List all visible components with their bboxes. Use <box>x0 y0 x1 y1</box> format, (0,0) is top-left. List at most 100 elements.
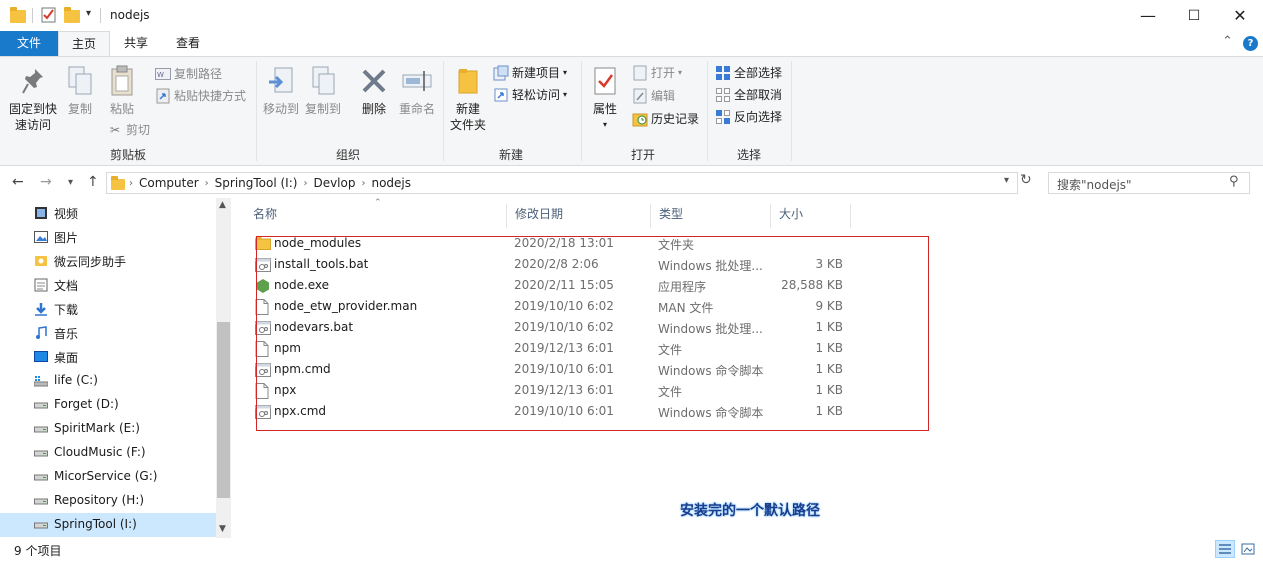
copy-path-label: 复制路径 <box>174 67 223 81</box>
recent-locations-icon[interactable]: ▾ <box>68 177 73 188</box>
pin-to-quick-access-button[interactable]: 固定到快 速访问 <box>6 65 60 133</box>
large-icons-view-button[interactable] <box>1238 540 1258 558</box>
column-header-size[interactable]: 大小 <box>771 204 851 228</box>
search-input[interactable]: 搜索"nodejs" ⚲ <box>1048 172 1250 194</box>
search-icon[interactable]: ⚲ <box>1229 174 1239 189</box>
tab-file[interactable]: 文件 <box>0 31 58 56</box>
easy-access-icon <box>493 87 509 103</box>
status-bar: 9 个项目 <box>0 538 1263 562</box>
copy-button[interactable]: 复制 <box>62 65 98 117</box>
large-icons-view-icon <box>1241 543 1255 555</box>
nav-item[interactable]: 音乐 <box>0 321 216 345</box>
cut-button[interactable]: ✂ 剪切 <box>107 120 150 140</box>
tab-share[interactable]: 共享 <box>112 31 160 56</box>
nav-item-label: SpringTool (I:) <box>54 517 137 531</box>
paste-button[interactable]: 粘贴 <box>104 65 140 117</box>
paste-shortcut-button[interactable]: 粘贴快捷方式 <box>155 86 246 106</box>
select-none-button[interactable]: 全部取消 <box>715 85 782 105</box>
close-button[interactable]: ✕ <box>1217 0 1263 31</box>
ribbon-separator <box>791 61 792 161</box>
copy-path-button[interactable]: W 复制路径 <box>155 64 222 84</box>
delete-x-icon <box>358 65 390 97</box>
column-header-name[interactable]: 名称 <box>245 204 507 228</box>
up-arrow-icon[interactable]: ↑ <box>87 174 99 190</box>
new-item-label: 新建项目 <box>512 66 561 80</box>
open-button[interactable]: 打开 ▾ <box>632 63 682 83</box>
nav-scrollbar-thumb[interactable] <box>217 322 230 498</box>
rename-icon <box>401 65 433 97</box>
minimize-button[interactable]: — <box>1125 0 1171 31</box>
help-icon[interactable]: ? <box>1243 36 1258 51</box>
clipboard-group-label: 剪贴板 <box>109 148 146 162</box>
nav-item[interactable]: life (C:) <box>0 369 216 393</box>
address-dropdown-icon[interactable]: ▾ <box>1004 175 1009 186</box>
history-button[interactable]: 历史记录 <box>632 109 699 129</box>
column-header-date[interactable]: 修改日期 <box>507 204 651 228</box>
edit-label: 编辑 <box>651 89 676 103</box>
copy-to-label: 复制到 <box>304 102 341 116</box>
nav-item[interactable]: SpiritMark (E:) <box>0 417 216 441</box>
document-icon <box>33 277 49 293</box>
new-folder-quick-icon[interactable] <box>64 7 80 23</box>
drive-icon <box>33 493 49 509</box>
nav-item[interactable]: 微云同步助手 <box>0 249 216 273</box>
highlight-box <box>256 236 929 431</box>
breadcrumb-springtool[interactable]: SpringTool (I:) <box>209 176 304 190</box>
nav-item-label: 微云同步助手 <box>54 255 127 269</box>
move-to-button[interactable]: 移动到 <box>260 65 302 117</box>
copy-to-button[interactable]: 复制到 <box>302 65 344 117</box>
open-group-label: 打开 <box>630 148 655 162</box>
scroll-down-icon[interactable]: ▼ <box>219 524 226 534</box>
breadcrumb-devlop[interactable]: Devlop <box>307 176 361 190</box>
move-to-label: 移动到 <box>262 102 299 116</box>
edit-button[interactable]: 编辑 <box>632 86 675 106</box>
select-group-label: 选择 <box>736 148 761 162</box>
customize-quick-access-icon[interactable]: ▾ <box>86 8 91 19</box>
properties-checklist-icon[interactable] <box>41 7 57 23</box>
nav-item[interactable]: SpringTool (I:) <box>0 513 216 537</box>
address-row: ← → ▾ ↑ › Computer › SpringTool (I:) › D… <box>0 170 1263 196</box>
forward-arrow-icon[interactable]: → <box>40 174 52 190</box>
easy-access-label: 轻松访问 <box>512 88 561 102</box>
tab-home[interactable]: 主页 <box>58 31 110 56</box>
select-none-label: 全部取消 <box>734 88 783 102</box>
nav-item[interactable]: Repository (H:) <box>0 489 216 513</box>
properties-button[interactable]: 属性 ▾ <box>587 65 623 133</box>
rename-button[interactable]: 重命名 <box>396 65 438 117</box>
tab-view[interactable]: 查看 <box>164 31 212 56</box>
nav-item[interactable]: MicorService (G:) <box>0 465 216 489</box>
select-all-button[interactable]: 全部选择 <box>715 63 782 83</box>
invert-selection-icon <box>715 109 731 125</box>
expand-ribbon-icon[interactable]: ⌃ <box>1222 34 1233 49</box>
divider <box>100 8 101 23</box>
easy-access-button[interactable]: 轻松访问 ▾ <box>493 85 567 105</box>
item-count: 9 个项目 <box>14 544 62 558</box>
breadcrumb-computer[interactable]: Computer <box>133 176 205 190</box>
address-bar[interactable]: › Computer › SpringTool (I:) › Devlop › … <box>106 172 1018 194</box>
refresh-icon[interactable]: ↻ <box>1020 172 1032 188</box>
back-arrow-icon[interactable]: ← <box>12 174 24 190</box>
properties-check-icon <box>589 65 621 97</box>
details-view-button[interactable] <box>1215 540 1235 558</box>
nav-item[interactable]: 文档 <box>0 273 216 297</box>
ribbon-tabs: 文件 主页 共享 查看 ⌃ ? <box>0 31 1263 56</box>
new-folder-button[interactable]: 新建 文件夹 <box>447 65 489 133</box>
delete-button[interactable]: 删除 <box>356 65 392 117</box>
nav-item-label: 图片 <box>54 231 79 245</box>
scroll-up-icon[interactable]: ▲ <box>219 200 226 210</box>
nav-item[interactable]: 图片 <box>0 225 216 249</box>
breadcrumb-nodejs[interactable]: nodejs <box>365 176 417 190</box>
nav-item[interactable]: CloudMusic (F:) <box>0 441 216 465</box>
dropdown-arrow-icon: ▾ <box>678 68 683 77</box>
dropdown-arrow-icon: ▾ <box>602 120 607 129</box>
column-header-type[interactable]: 类型 <box>651 204 771 228</box>
annotation-text: 安装完的一个默认路径 <box>680 503 820 519</box>
maximize-button[interactable]: ☐ <box>1171 0 1217 31</box>
invert-selection-button[interactable]: 反向选择 <box>715 107 782 127</box>
nav-item[interactable]: 桌面 <box>0 345 216 369</box>
nav-item[interactable]: 视频 <box>0 201 216 225</box>
nav-item[interactable]: 下载 <box>0 297 216 321</box>
new-item-button[interactable]: 新建项目 ▾ <box>493 63 567 83</box>
new-item-icon <box>493 65 509 81</box>
nav-item[interactable]: Forget (D:) <box>0 393 216 417</box>
